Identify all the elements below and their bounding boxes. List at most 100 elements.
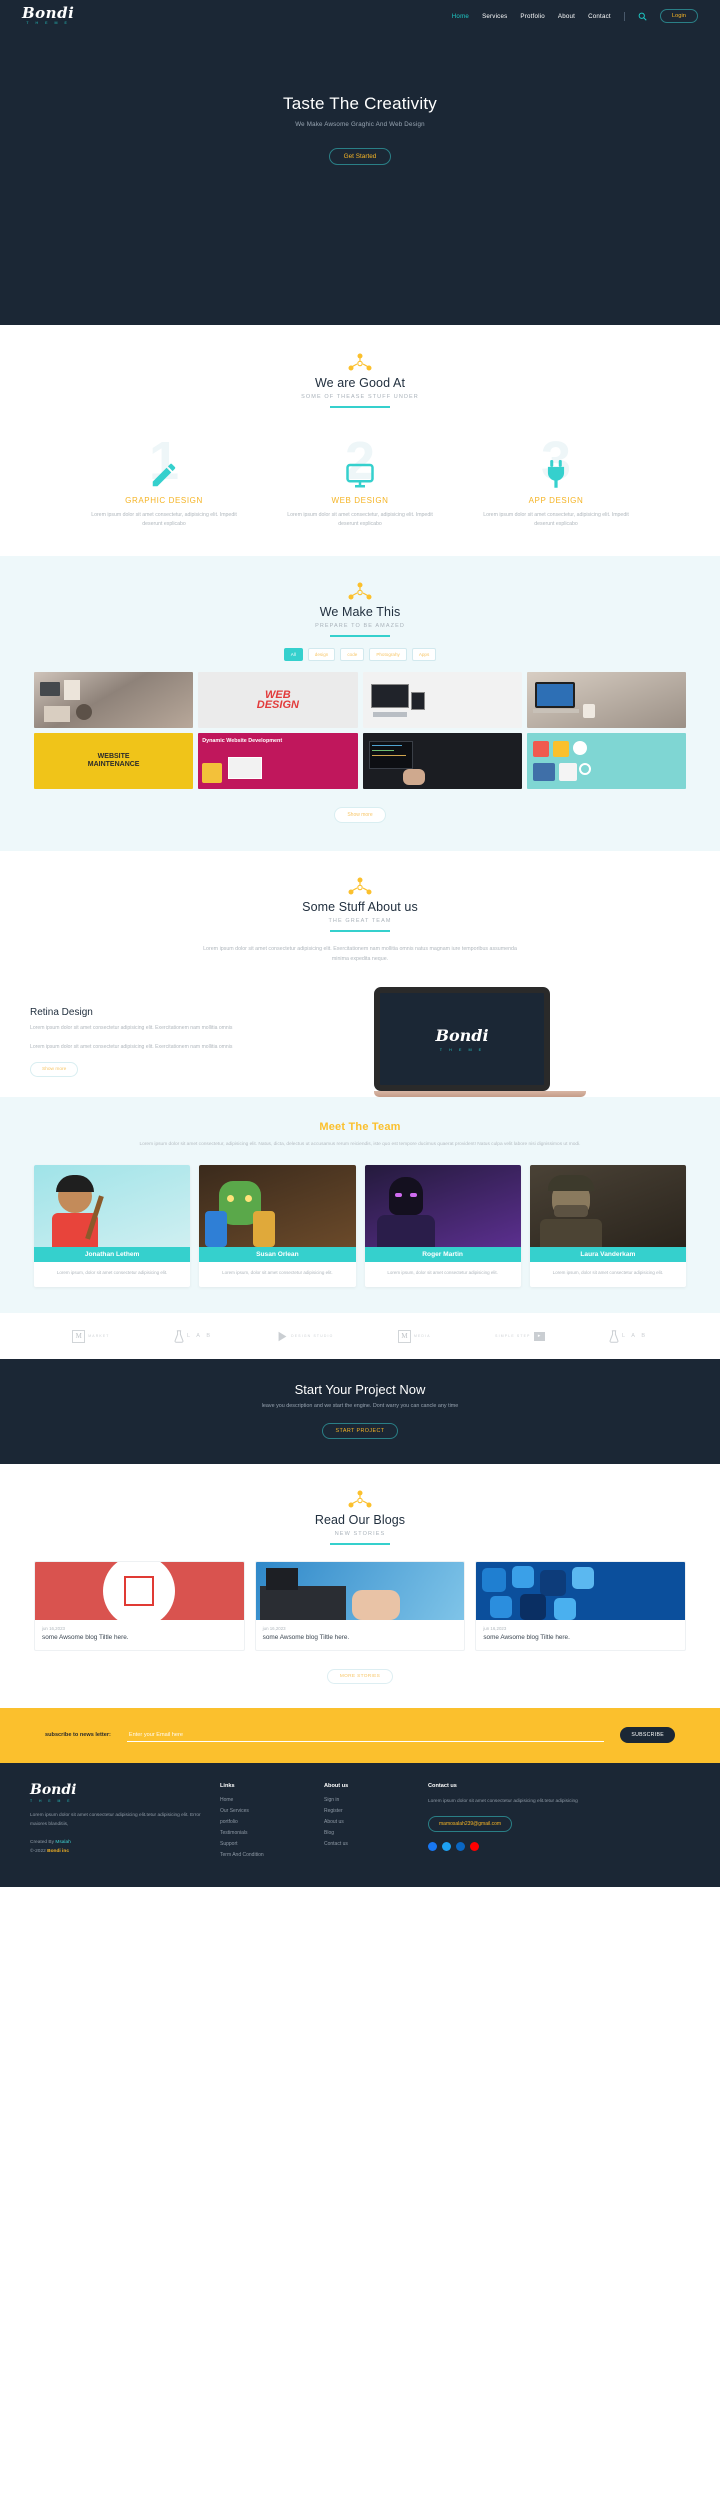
blog-meta: jun 16,2023 some Awsome blog Tiltle here… <box>256 1620 465 1650</box>
plug-icon <box>467 459 645 490</box>
service-card-web-design[interactable]: 2 WEB DESIGN Lorem ipsum dolor sit amet … <box>271 434 449 531</box>
footer-link-sign-in[interactable]: Sign in <box>324 1797 414 1803</box>
page-root: Bondi T H E M E Home Services Protfolio … <box>0 0 720 1887</box>
linkedin-icon[interactable] <box>456 1842 465 1852</box>
blogs-title: Read Our Blogs <box>314 1513 406 1528</box>
service-card-list: 1 GRAPHIC DESIGN Lorem ipsum dolor sit a… <box>0 434 720 531</box>
about-lead-text: Lorem ipsum dolor sit amet consectetur a… <box>203 945 517 963</box>
portfolio-tile-web-design-poster[interactable]: WEB DESIGN <box>198 671 358 728</box>
footer-credit-author[interactable]: Msalah <box>55 1840 70 1845</box>
footer-link-support[interactable]: Support <box>220 1841 310 1847</box>
get-started-button[interactable]: Get Started <box>328 148 392 165</box>
login-button[interactable]: Login <box>659 9 698 23</box>
cta-subtitle: leave you description and we start the e… <box>261 1403 459 1410</box>
subscribe-email-input[interactable] <box>126 1728 605 1742</box>
blog-card[interactable]: jun 16,2023 some Awsome blog Tiltle here… <box>34 1560 245 1651</box>
blog-meta: jun 16,2023 some Awsome blog Tiltle here… <box>476 1620 685 1650</box>
team-card[interactable]: Laura Vanderkam Lorem ipsum, dolor sit a… <box>529 1164 686 1288</box>
hero-title: Taste The Creativity <box>283 94 437 113</box>
flask-icon <box>609 1330 619 1343</box>
footer-link-term-and-condition[interactable]: Term And Condition <box>220 1852 310 1858</box>
team-member-name: Roger Martin <box>364 1246 521 1262</box>
blog-card[interactable]: jun 16,2023 some Awsome blog Tiltle here… <box>475 1560 686 1651</box>
footer-link-our-services[interactable]: Our Services <box>220 1808 310 1814</box>
team-card[interactable]: Jonathan Lethem Lorem ipsum, dolor sit a… <box>34 1164 191 1288</box>
filter-code[interactable]: code <box>340 647 365 661</box>
portfolio-tile-dynamic-website-development[interactable]: Dynamic Website Development <box>198 732 358 789</box>
search-icon[interactable] <box>638 12 647 21</box>
footer-social-links <box>428 1842 690 1852</box>
footer-link-contact-us[interactable]: Contact us <box>324 1841 414 1847</box>
retina-show-more-button[interactable]: Show more <box>30 1061 79 1077</box>
red-isometric-box-illustration <box>35 1561 244 1620</box>
footer-links-column: Links Home Our Services portfolio Testim… <box>220 1783 310 1863</box>
portfolio-tile-responsive-devices[interactable] <box>362 671 522 728</box>
team-member-desc: Lorem ipsum, dolor sit amet consectetur … <box>222 1269 333 1275</box>
more-stories-button[interactable]: MORE STORIES <box>326 1668 394 1684</box>
node-network-icon <box>348 1490 372 1508</box>
node-network-icon <box>348 582 372 600</box>
start-project-button[interactable]: START PROJECT <box>321 1423 399 1440</box>
footer-about-heading: About us <box>324 1782 349 1789</box>
footer-link-home[interactable]: Home <box>220 1797 310 1803</box>
subscribe-section: subscribe to news letter: SUBSCRIBE <box>0 1707 720 1763</box>
portfolio-tile-laptop-desk[interactable] <box>526 671 686 728</box>
footer-brand-logo: Bondi <box>30 1781 77 1798</box>
blog-title: some Awsome blog Tiltle here. <box>262 1633 350 1641</box>
filter-photography[interactable]: Photograhy <box>369 647 407 661</box>
laptop-mockup: Bondi T H E M E <box>270 986 690 1097</box>
facebook-icon[interactable] <box>428 1842 437 1852</box>
team-member-desc: Lorem ipsum, dolor sit amet consectetur … <box>56 1269 168 1275</box>
portfolio-tile-desk-workspace[interactable] <box>34 671 194 728</box>
section-underline <box>330 929 390 932</box>
subscribe-button[interactable]: SUBSCRIBE <box>620 1727 675 1744</box>
footer-link-portfolio[interactable]: portfolio <box>220 1819 310 1825</box>
footer-link-testimonials[interactable]: Testimonials <box>220 1830 310 1836</box>
footer-about-column: About us Sign in Register About us Blog … <box>324 1783 414 1863</box>
brand-box-icon: M <box>397 1329 411 1343</box>
footer-links-heading: Links <box>220 1782 235 1789</box>
portfolio-tile-app-icons[interactable] <box>526 732 686 789</box>
about-subtitle: THE GREAT TEAM <box>328 917 392 924</box>
retina-paragraph-1: Lorem ipsum dolor sit amet consectetur a… <box>30 1024 233 1031</box>
footer-credits: Created By Msalah ©-2022 Bondi inc <box>30 1839 206 1856</box>
nav-link-services[interactable]: Services <box>482 13 507 20</box>
nav-link-about[interactable]: About <box>558 13 575 20</box>
footer-contact-text: Lorem ipsum dolor sit amet consectetur a… <box>428 1798 578 1804</box>
blogs-section: Read Our Blogs NEW STORIES jun 16,2023 s… <box>0 1464 720 1708</box>
footer-email-button[interactable]: mamosalah239@gmail.com <box>428 1816 513 1833</box>
hero-content: Taste The Creativity We Make Awsome Grag… <box>0 32 720 165</box>
portfolio-tile-website-maintenance[interactable]: WEBSITE MAINTENANCE <box>34 732 194 789</box>
nav-link-contact[interactable]: Contact <box>588 13 611 20</box>
soldier-avatar <box>529 1164 686 1247</box>
team-card[interactable]: Roger Martin Lorem ipsum, dolor sit amet… <box>364 1164 521 1288</box>
footer-link-blog[interactable]: Blog <box>324 1830 414 1836</box>
portfolio-show-more-button[interactable]: Show more <box>334 806 386 823</box>
filter-apps[interactable]: Apps <box>411 647 437 661</box>
brand-label: L A B <box>622 1333 648 1340</box>
purple-shadow-avatar <box>364 1164 521 1247</box>
laptop-brand-tagline: T H E M E <box>439 1047 485 1052</box>
team-card[interactable]: Susan Orlean Lorem ipsum, dolor sit amet… <box>199 1164 356 1288</box>
footer-link-register[interactable]: Register <box>324 1808 414 1814</box>
filter-all[interactable]: All <box>283 647 303 661</box>
blogs-subtitle: NEW STORIES <box>334 1531 386 1538</box>
service-card-graphic-design[interactable]: 1 GRAPHIC DESIGN Lorem ipsum dolor sit a… <box>75 434 253 531</box>
nav-link-portfolio[interactable]: Protfolio <box>520 13 545 20</box>
service-card-app-design[interactable]: 3 APP DESIGN Lorem ipsum dolor sit amet … <box>467 434 645 531</box>
portfolio-subtitle: PREPARE TO BE AMAZED <box>315 623 405 630</box>
portfolio-tile-coding-screen[interactable] <box>362 732 522 789</box>
twitter-icon[interactable] <box>442 1842 451 1852</box>
hero-subtitle: We Make Awsome Graghic And Web Design <box>295 121 425 128</box>
filter-design[interactable]: design <box>307 647 336 661</box>
footer-link-about-us[interactable]: About us <box>324 1819 414 1825</box>
brand-label: MEDIA <box>413 1334 431 1339</box>
blog-card[interactable]: jun 16,2023 some Awsome blog Tiltle here… <box>254 1560 466 1651</box>
about-header: Some Stuff About us THE GREAT TEAM <box>0 877 720 932</box>
nav-link-home[interactable]: Home <box>452 13 469 20</box>
footer-about-text: Lorem ipsum dolor sit amet consectetur a… <box>30 1812 201 1828</box>
laptop-base <box>374 1090 586 1097</box>
brand-logo[interactable]: Bondi T H E M E <box>22 6 74 26</box>
brand-label: MARKET <box>88 1334 110 1339</box>
youtube-icon[interactable] <box>470 1842 479 1852</box>
